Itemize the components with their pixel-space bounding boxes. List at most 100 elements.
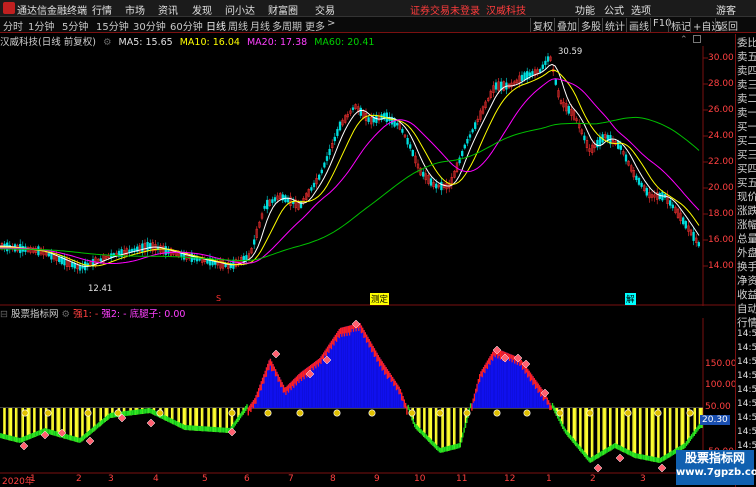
signal-marker-test[interactable]: 测定 — [370, 293, 390, 305]
candle-body — [645, 187, 648, 196]
main-y-tick: 28.00 — [708, 79, 734, 89]
candle-body — [468, 134, 472, 138]
zero-signal-dot — [556, 409, 564, 417]
candle-body — [318, 174, 321, 180]
side-panel-item[interactable]: 总量 — [737, 231, 756, 246]
menu-function[interactable]: 功能 — [575, 2, 595, 17]
side-panel-item[interactable]: 卖二 — [737, 91, 756, 106]
candle-body — [422, 171, 425, 177]
period-monthly[interactable]: 月线 — [250, 18, 270, 33]
side-panel-item[interactable]: 涨幅 — [737, 217, 756, 232]
side-panel-item[interactable]: 14:56 — [737, 357, 756, 367]
side-panel-item[interactable]: 卖三 — [737, 77, 756, 92]
side-panel-item[interactable]: 14:56 — [737, 427, 756, 437]
period-1min[interactable]: 1分钟 — [28, 18, 54, 33]
candle-body — [596, 139, 599, 148]
menu-quotes[interactable]: 行情 — [92, 2, 112, 17]
multi-stock-button[interactable]: 多股 — [578, 18, 603, 33]
adjust-button[interactable]: 复权 — [530, 18, 555, 33]
period-more[interactable]: 更多 — [305, 18, 325, 33]
candle-body — [546, 56, 550, 62]
candlestick-chart[interactable] — [0, 46, 735, 306]
menu-market[interactable]: 市场 — [125, 2, 145, 17]
side-panel-item[interactable]: 14:56 — [737, 413, 756, 423]
candle-body — [583, 135, 586, 141]
signal-diamond — [615, 453, 625, 463]
zero-signal-dot — [654, 409, 662, 417]
menu-trade[interactable]: 交易 — [315, 2, 335, 17]
stats-button[interactable]: 统计 — [602, 18, 627, 33]
candle-body — [320, 169, 323, 174]
side-panel-item[interactable]: 14:56 — [737, 371, 756, 381]
candle-body — [71, 262, 74, 268]
menu-formula[interactable]: 公式 — [604, 2, 624, 17]
draw-line-button[interactable]: 画线 — [626, 18, 651, 33]
menu-news[interactable]: 资讯 — [158, 2, 178, 17]
period-5min[interactable]: 5分钟 — [62, 18, 88, 33]
candle-body — [440, 181, 443, 191]
low-price-label: 12.41 — [88, 284, 113, 294]
side-panel-item[interactable]: 委比 — [737, 35, 756, 50]
side-panel-item[interactable]: 买五 — [737, 175, 756, 190]
zero-signal-dot — [156, 409, 164, 417]
candle-body — [598, 137, 602, 145]
side-panel-item[interactable]: 卖五 — [737, 49, 756, 64]
menu-options[interactable]: 选项 — [631, 2, 651, 17]
indicator-header: ⊟ 股票指标网 ⚙ 强1: - 强2: - 底腿子: 0.00 — [0, 306, 185, 320]
signal-marker-jie[interactable]: 解 — [625, 293, 636, 305]
side-panel-item[interactable]: 买四 — [737, 161, 756, 176]
period-daily[interactable]: 日线 — [206, 18, 226, 33]
signal-marker-s[interactable]: S — [216, 294, 221, 303]
side-panel-item[interactable]: 14:56 — [737, 343, 756, 353]
candle-body — [617, 140, 620, 149]
period-more-arrow[interactable]: > — [327, 18, 335, 29]
side-panel-item[interactable]: 卖四 — [737, 63, 756, 78]
app-name: 通达信金融终端 — [17, 6, 87, 17]
candle-body — [466, 138, 469, 144]
indicator-chart[interactable] — [0, 318, 735, 474]
side-panel-item[interactable]: 自动 — [737, 301, 756, 316]
side-panel-item[interactable]: 买一 — [737, 119, 756, 134]
side-panel-item[interactable]: 行情 — [737, 315, 756, 330]
candle-body — [245, 255, 248, 261]
candle-body — [523, 72, 526, 81]
menu-ask-xiaoda[interactable]: 问小达 — [225, 2, 255, 17]
chart-nav-up-icon[interactable]: ⌃ — [680, 35, 688, 45]
x-tick: 4 — [153, 474, 159, 484]
period-30min[interactable]: 30分钟 — [133, 18, 166, 33]
watermark-title: 股票指标网 — [684, 451, 745, 465]
side-panel-item[interactable]: 14:56 — [737, 385, 756, 395]
menu-discover[interactable]: 发现 — [192, 2, 212, 17]
side-panel-item[interactable]: 卖一 — [737, 105, 756, 120]
side-panel-item[interactable]: 涨跌 — [737, 203, 756, 218]
watermark-url: www.7gpzb.com — [676, 467, 756, 478]
indicator-y-tick: 150.00 — [705, 359, 737, 369]
period-multi[interactable]: 多周期 — [272, 18, 302, 33]
zero-signal-dot — [624, 409, 632, 417]
candle-body — [474, 122, 477, 129]
candle-body — [336, 129, 339, 136]
side-panel-item[interactable]: 现价 — [737, 189, 756, 204]
guest-user[interactable]: 游客 — [716, 2, 736, 17]
period-15min[interactable]: 15分钟 — [96, 18, 129, 33]
side-panel-item[interactable]: 换手 — [737, 259, 756, 274]
back-button[interactable]: 返回 — [715, 18, 740, 33]
side-panel-item[interactable]: 买二 — [737, 133, 756, 148]
login-notice[interactable]: 证券交易未登录 — [410, 2, 480, 17]
period-60min[interactable]: 60分钟 — [170, 18, 203, 33]
period-tick[interactable]: 分时 — [3, 18, 23, 33]
side-panel-item[interactable]: 买三 — [737, 147, 756, 162]
period-weekly[interactable]: 周线 — [228, 18, 248, 33]
main-y-tick: 18.00 — [708, 209, 734, 219]
signal-diamond — [85, 436, 95, 446]
candle-body — [146, 241, 149, 252]
side-panel-item[interactable]: 外盘 — [737, 245, 756, 260]
chart-maximize-icon[interactable] — [693, 35, 701, 43]
side-panel-item[interactable]: 14:56 — [737, 399, 756, 409]
overlay-button[interactable]: 叠加 — [554, 18, 579, 33]
side-panel-item[interactable]: 14:56 — [737, 329, 756, 339]
side-panel-item[interactable]: 收益 — [737, 287, 756, 302]
candle-body — [640, 182, 643, 187]
side-panel-item[interactable]: 净资 — [737, 273, 756, 288]
menu-wealth-circle[interactable]: 财富圈 — [268, 2, 298, 17]
